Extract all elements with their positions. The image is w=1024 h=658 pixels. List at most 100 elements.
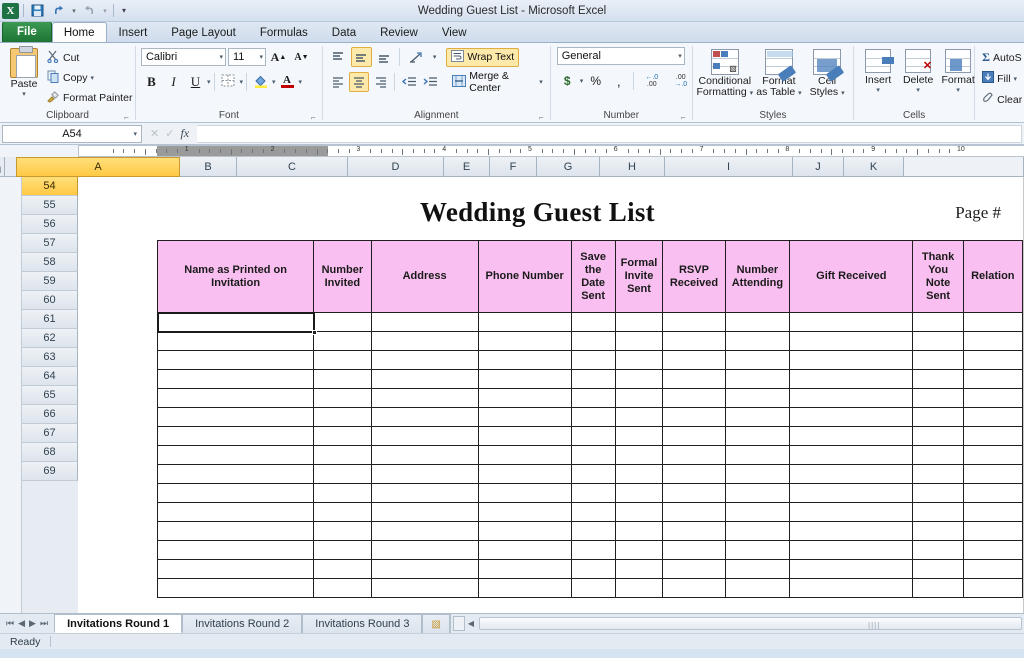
table-cell[interactable] — [663, 503, 725, 522]
table-cell[interactable] — [371, 351, 478, 370]
row-header-59[interactable]: 59 — [22, 272, 78, 291]
table-cell[interactable] — [478, 522, 571, 541]
increase-indent-button[interactable] — [421, 72, 440, 92]
table-cell[interactable] — [571, 503, 615, 522]
table-cell[interactable] — [913, 351, 963, 370]
table-cell[interactable] — [314, 503, 371, 522]
formula-input[interactable] — [197, 125, 1022, 143]
table-cell[interactable] — [725, 579, 789, 598]
table-cell[interactable] — [615, 541, 663, 560]
table-cell[interactable] — [371, 427, 478, 446]
table-cell[interactable] — [478, 560, 571, 579]
table-cell[interactable] — [963, 522, 1022, 541]
table-cell[interactable] — [158, 560, 314, 579]
table-cell[interactable] — [158, 503, 314, 522]
row-header-68[interactable]: 68 — [22, 443, 78, 462]
table-cell[interactable] — [158, 351, 314, 370]
tab-formulas[interactable]: Formulas — [248, 22, 320, 42]
table-cell[interactable] — [478, 351, 571, 370]
column-header-k[interactable]: K — [844, 157, 904, 177]
scrollbar-grip[interactable]: |||| — [868, 621, 880, 630]
table-cell[interactable] — [314, 522, 371, 541]
table-cell[interactable] — [615, 313, 663, 332]
table-cell[interactable] — [615, 332, 663, 351]
table-cell[interactable] — [571, 370, 615, 389]
dialog-launcher-icon[interactable]: ⌐ — [537, 110, 546, 119]
table-cell[interactable] — [790, 579, 913, 598]
row-header-65[interactable]: 65 — [22, 386, 78, 405]
table-cell[interactable] — [913, 313, 963, 332]
font-size-combo[interactable]: 11 ▾ — [228, 48, 266, 66]
chevron-down-icon[interactable]: ▾ — [272, 78, 276, 86]
format-painter-button[interactable]: Format Painter — [44, 88, 135, 107]
row-header-58[interactable]: 58 — [22, 253, 78, 272]
worksheet-canvas[interactable]: Wedding Guest List Page # Name as Printe… — [78, 177, 1024, 613]
table-cell[interactable] — [158, 370, 314, 389]
table-cell[interactable] — [158, 522, 314, 541]
row-header-69[interactable]: 69 — [22, 462, 78, 481]
table-row[interactable] — [158, 579, 1023, 598]
table-cell[interactable] — [963, 560, 1022, 579]
table-cell[interactable] — [725, 560, 789, 579]
row-header-61[interactable]: 61 — [22, 310, 78, 329]
table-cell[interactable] — [725, 351, 789, 370]
table-header-cell[interactable]: Gift Received — [790, 241, 913, 313]
chevron-down-icon[interactable]: ▾ — [22, 90, 26, 98]
table-cell[interactable] — [663, 579, 725, 598]
table-cell[interactable] — [158, 332, 314, 351]
table-cell[interactable] — [913, 579, 963, 598]
increase-decimal-button[interactable]: ←.0 .00 — [638, 71, 665, 91]
chevron-down-icon[interactable]: ▾ — [299, 78, 303, 86]
table-cell[interactable] — [314, 465, 371, 484]
table-cell[interactable] — [314, 370, 371, 389]
table-cell[interactable] — [478, 484, 571, 503]
row-header-54[interactable]: 54 — [22, 177, 78, 196]
table-cell[interactable] — [158, 579, 314, 598]
table-cell[interactable] — [963, 446, 1022, 465]
table-cell[interactable] — [790, 408, 913, 427]
guest-list-table[interactable]: Name as Printed on InvitationNumber Invi… — [157, 240, 1023, 598]
table-cell[interactable] — [571, 427, 615, 446]
table-row[interactable] — [158, 522, 1023, 541]
table-cell[interactable] — [314, 408, 371, 427]
table-cell[interactable] — [663, 370, 725, 389]
table-cell[interactable] — [571, 522, 615, 541]
align-bottom-button[interactable] — [374, 47, 395, 67]
save-icon[interactable] — [28, 2, 47, 20]
table-cell[interactable] — [478, 332, 571, 351]
table-cell[interactable] — [663, 389, 725, 408]
row-header-67[interactable]: 67 — [22, 424, 78, 443]
table-cell[interactable] — [615, 351, 663, 370]
table-cell[interactable] — [963, 484, 1022, 503]
table-cell[interactable] — [725, 503, 789, 522]
table-cell[interactable] — [790, 541, 913, 560]
table-cell[interactable] — [725, 465, 789, 484]
table-cell[interactable] — [371, 332, 478, 351]
table-cell[interactable] — [314, 484, 371, 503]
table-cell[interactable] — [371, 560, 478, 579]
table-row[interactable] — [158, 484, 1023, 503]
table-cell[interactable] — [615, 503, 663, 522]
table-cell[interactable] — [478, 408, 571, 427]
table-cell[interactable] — [478, 541, 571, 560]
quick-access-toolbar[interactable]: X ▾ ▾ ▾ — [0, 2, 130, 20]
table-cell[interactable] — [725, 541, 789, 560]
table-cell[interactable] — [663, 522, 725, 541]
column-header-f[interactable]: F — [490, 157, 537, 177]
table-cell[interactable] — [158, 389, 314, 408]
table-cell[interactable] — [663, 332, 725, 351]
table-row[interactable] — [158, 370, 1023, 389]
clear-button[interactable]: Clear — [979, 90, 1024, 109]
table-cell[interactable] — [615, 560, 663, 579]
table-header-cell[interactable]: Formal Invite Sent — [615, 241, 663, 313]
table-cell[interactable] — [571, 351, 615, 370]
table-cell[interactable] — [663, 446, 725, 465]
table-cell[interactable] — [663, 351, 725, 370]
table-cell[interactable] — [663, 313, 725, 332]
table-cell[interactable] — [571, 560, 615, 579]
chevron-down-icon[interactable]: ▾ — [580, 77, 584, 85]
accounting-format-button[interactable]: $ — [557, 71, 578, 91]
chevron-down-icon[interactable]: ▾ — [433, 53, 437, 61]
column-header-g[interactable]: G — [537, 157, 600, 177]
next-sheet-icon[interactable]: ▶ — [29, 618, 36, 629]
